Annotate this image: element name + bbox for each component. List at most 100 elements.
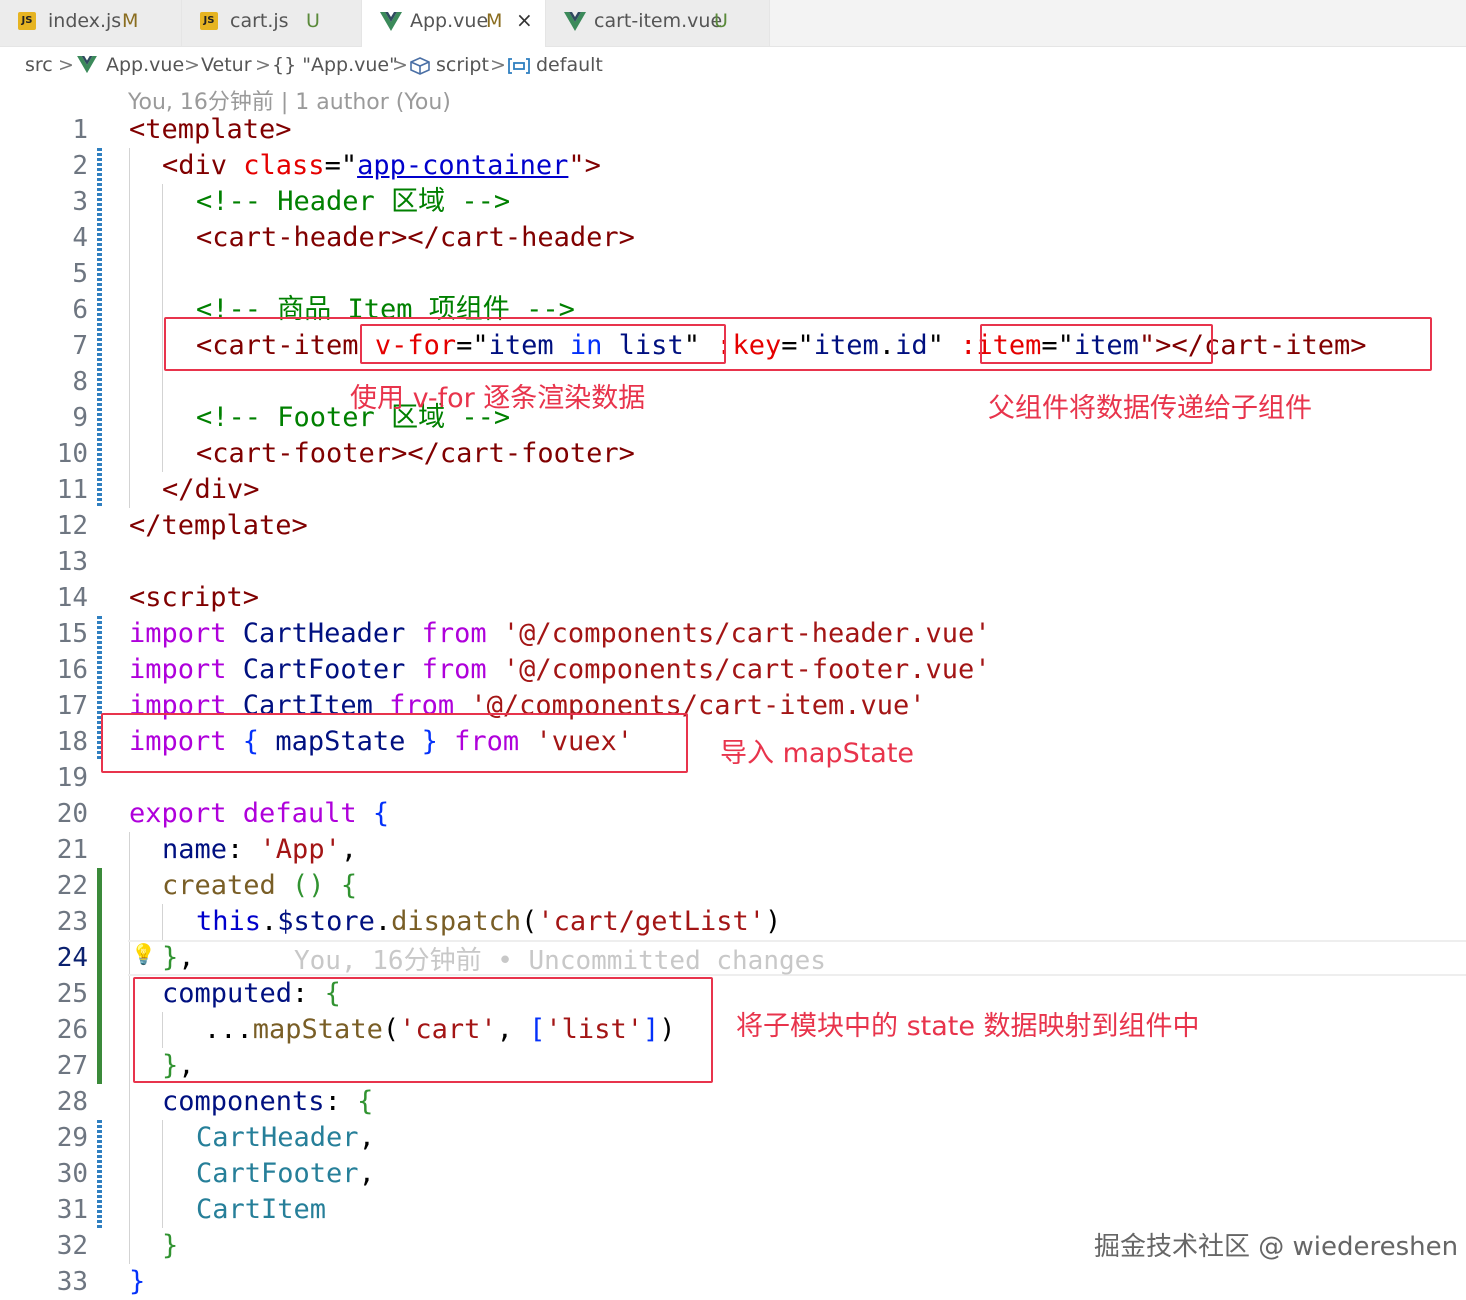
code-token: . (261, 906, 278, 937)
code-line[interactable]: 12 </template> (0, 508, 1466, 544)
code-text: import CartHeader from '@/components/car… (129, 616, 991, 652)
code-line[interactable]: 10 <cart-footer></cart-footer> (0, 436, 1466, 472)
breadcrumb-file[interactable]: App.vue (106, 54, 184, 76)
code-token: : (227, 834, 260, 865)
tab-git-status: M (486, 10, 503, 32)
code-text: </div> (162, 474, 260, 505)
annotation-box-computed (133, 977, 713, 1083)
code-text: <template> (129, 114, 292, 145)
line-number: 33 (56, 1267, 88, 1297)
tab-cart-js[interactable]: JS cart.js U (182, 0, 362, 46)
code-line[interactable]: 20 export default { (0, 796, 1466, 832)
code-line[interactable]: 22 created () { (0, 868, 1466, 904)
code-token: dispatch (391, 906, 522, 937)
annotation-box-cart-item (164, 317, 1432, 371)
code-token: name (162, 834, 228, 865)
code-text: <cart-footer></cart-footer> (196, 438, 635, 469)
breadcrumb-vetur[interactable]: Vetur (201, 54, 252, 76)
close-icon[interactable]: × (516, 8, 533, 32)
code-token: ) (765, 906, 782, 937)
line-number: 31 (56, 1195, 88, 1225)
code-token: import (129, 618, 227, 649)
code-text: created () { (162, 868, 357, 904)
breadcrumb-separator: > (255, 54, 271, 76)
breadcrumb-object[interactable]: {} "App.vue" (272, 54, 398, 76)
line-number: 32 (56, 1231, 88, 1261)
tab-label: cart-item.vue (594, 10, 723, 32)
annotation-box-item-prop (980, 324, 1213, 364)
tab-app-vue[interactable]: App.vue M × (362, 0, 546, 47)
code-line[interactable]: 4 <cart-header></cart-header> (0, 220, 1466, 256)
code-token[interactable]: app-container (357, 150, 568, 181)
code-line[interactable]: 33} (0, 1264, 1466, 1300)
breadcrumb-separator: > (58, 54, 74, 76)
line-number: 17 (56, 691, 88, 721)
inline-blame: You, 16分钟前 • Uncommitted changes (294, 946, 826, 976)
cube-icon (410, 57, 430, 75)
line-number: 19 (56, 763, 88, 793)
code-line[interactable]: 2 <div class="app-container"> (0, 148, 1466, 184)
code-line[interactable]: 14 <script> (0, 580, 1466, 616)
vue-file-icon (77, 56, 97, 74)
code-text: export default { (129, 796, 389, 832)
code-token: class (243, 150, 325, 181)
tab-git-status: U (306, 10, 320, 32)
tab-label: cart.js (230, 10, 289, 32)
line-number: 15 (56, 619, 88, 649)
line-number: 26 (56, 1015, 88, 1045)
code-line[interactable]: 3 <!-- Header 区域 --> (0, 184, 1466, 220)
tab-label: index.js (48, 10, 122, 32)
line-number: 1 (72, 115, 88, 145)
code-token: export (129, 798, 227, 829)
code-token: "> (568, 150, 601, 181)
code-token: 'App' (259, 834, 341, 865)
vue-file-icon (564, 12, 586, 31)
code-line[interactable]: 23 this.$store.dispatch('cart/getList') (0, 904, 1466, 940)
code-token: ( (521, 906, 538, 937)
line-number: 7 (72, 331, 88, 361)
code-text: components: { (162, 1084, 373, 1120)
js-file-icon: JS (200, 12, 218, 30)
code-token: { (340, 870, 358, 901)
lightbulb-icon[interactable]: 💡 (131, 942, 156, 966)
code-text: <script> (129, 582, 260, 613)
code-text: </template> (129, 510, 308, 541)
code-token: created (162, 870, 276, 901)
watermark: 掘金技术社区 @ wiedereshen (1094, 1232, 1459, 1262)
code-line[interactable]: 28 components: { (0, 1084, 1466, 1120)
tab-cart-item-vue[interactable]: cart-item.vue U (546, 0, 770, 46)
code-line[interactable]: 11 </div> (0, 472, 1466, 508)
tab-index-js[interactable]: JS index.js M (0, 0, 182, 46)
line-number: 12 (56, 511, 88, 541)
code-token: CartFooter (226, 654, 422, 685)
code-token: import (129, 654, 227, 685)
breadcrumb-default[interactable]: default (536, 54, 603, 76)
code-line[interactable]: 15 import CartHeader from '@/components/c… (0, 616, 1466, 652)
code-line[interactable]: 31 CartItem (0, 1192, 1466, 1228)
line-number: 8 (72, 367, 88, 397)
code-line[interactable]: 30 CartFooter, (0, 1156, 1466, 1192)
line-number: 21 (56, 835, 88, 865)
line-number: 24 (56, 943, 88, 973)
code-text: } (129, 1266, 146, 1297)
code-token: '@/components/cart-header.vue' (486, 618, 991, 649)
breadcrumb-src[interactable]: src (25, 54, 53, 76)
line-number: 13 (56, 547, 88, 577)
line-number: 6 (72, 295, 88, 325)
line-number: 25 (56, 979, 88, 1009)
code-token: <div (162, 150, 244, 181)
code-token: 'cart/getList' (537, 906, 765, 937)
line-number: 29 (56, 1123, 88, 1153)
line-number: 23 (56, 907, 88, 937)
code-line[interactable]: 21 name: 'App', (0, 832, 1466, 868)
code-line[interactable]: 29 CartHeader, (0, 1120, 1466, 1156)
code-line[interactable]: 16 import CartFooter from '@/components/c… (0, 652, 1466, 688)
code-token: , (358, 1122, 375, 1153)
breadcrumb-script[interactable]: script (436, 54, 489, 76)
code-line[interactable]: 1 <template> (0, 112, 1466, 148)
annotation-mapstate: 将子模块中的 state 数据映射到组件中 (736, 1011, 1200, 1042)
code-line[interactable]: 13 (0, 544, 1466, 580)
line-number: 3 (72, 187, 88, 217)
code-token: , (358, 1158, 375, 1189)
code-line[interactable]: 5 (0, 256, 1466, 292)
